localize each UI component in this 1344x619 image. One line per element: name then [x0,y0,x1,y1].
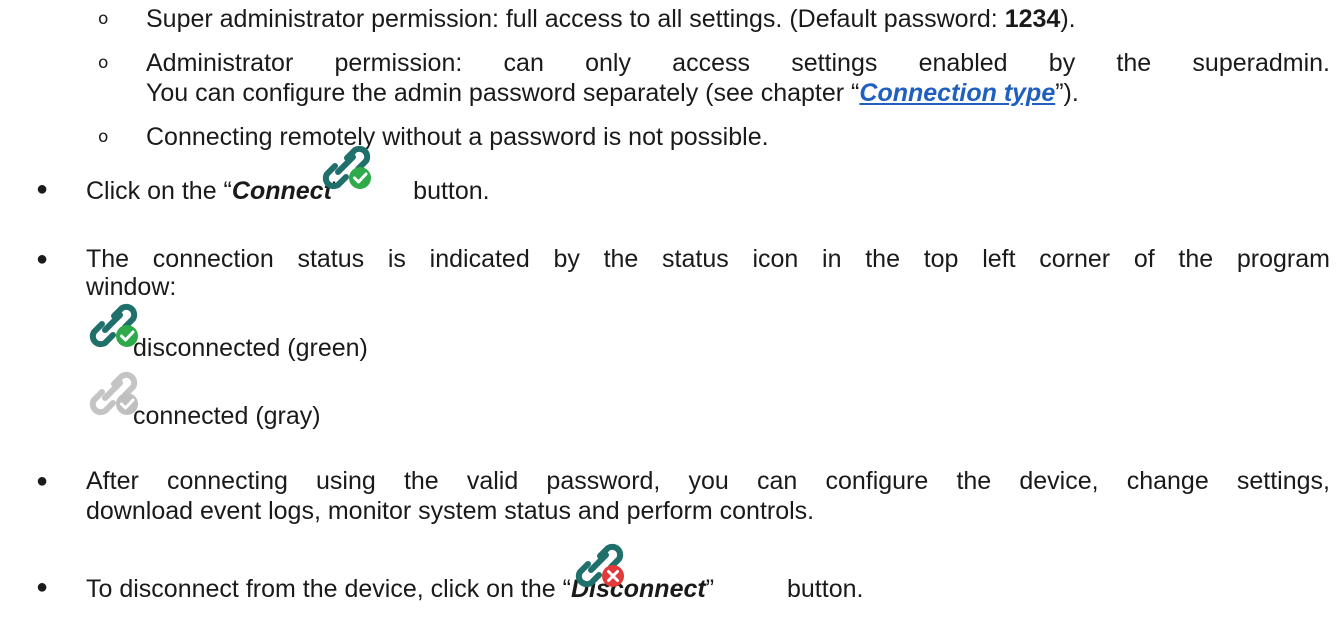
legend-disconnected-label: disconnected (green) [133,334,368,362]
connect-link-green-check-icon [322,145,371,190]
step-after-connect-line2: download event logs, monitor system stat… [86,497,815,525]
step-status-line1: The connection status is indicated by th… [86,244,1330,274]
admin-line1-text: Administrator permission: can only acces… [146,49,1330,77]
document-page: o Super administrator permission: full a… [0,0,1344,619]
step-after-connect-line1: After connecting using the valid passwor… [86,466,1330,496]
bullet-marker: ● [36,576,49,598]
legend-connected-label: connected (gray) [133,402,321,430]
bullet-marker: ● [36,248,49,270]
sub-bullet-marker: o [98,127,109,147]
status-line1-text: The connection status is indicated by th… [86,245,1330,273]
step-disconnect: To disconnect from the device, click on … [86,575,864,603]
sub-item-remote-no-password: Connecting remotely without a password i… [146,123,769,151]
disconnect-link-red-x-icon [575,543,624,588]
sub-bullet-marker: o [98,9,109,29]
sub-bullet-marker: o [98,53,109,73]
bullet-marker: ● [36,470,49,492]
connection-type-link[interactable]: Connection type [859,79,1055,107]
after-connect-line1-text: After connecting using the valid passwor… [86,467,1330,495]
bullet-marker: ● [36,178,49,200]
step-connect: Click on the “Connect” button. [86,177,490,205]
default-password-value: 1234 [1004,5,1061,33]
sub-item-super-admin: Super administrator permission: full acc… [146,5,1076,33]
sub-item-admin-line2: You can configure the admin password sep… [146,79,1079,107]
sub-item-admin-line1: Administrator permission: can only acces… [146,48,1330,78]
